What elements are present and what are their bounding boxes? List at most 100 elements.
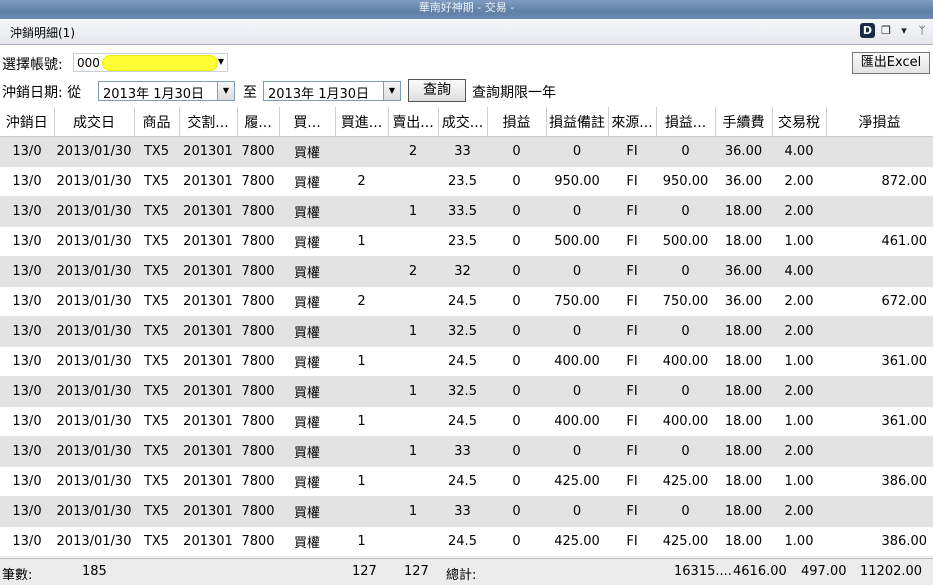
table-row[interactable]: 13/0 2013/01/30 TX5 201301 7800 買權 2 23.5 0 950.0… — [0, 166, 933, 197]
table-cell: 18.00 — [715, 496, 772, 527]
dropdown-icon[interactable]: ▾ — [897, 24, 911, 38]
table-row[interactable]: 13/0 2013/01/30 TX5 201301 7800 買權 2 32 0 0 FI 0 36.… — [0, 256, 933, 287]
panel-header: 沖銷明細(1) D ❐ ▾ ᛘ — [0, 19, 933, 45]
table-row[interactable]: 13/0 2013/01/30 TX5 201301 7800 買權 1 32.5 0 0 FI 0 1… — [0, 316, 933, 347]
table-cell — [388, 346, 438, 377]
table-cell: 買權 — [279, 256, 335, 287]
table-cell: 1 — [335, 346, 388, 377]
table-cell: 201301 — [179, 406, 237, 437]
table-cell: TX5 — [134, 196, 179, 227]
table-row[interactable]: 13/0 2013/01/30 TX5 201301 7800 買權 1 32.5 0 0 FI 0 1… — [0, 376, 933, 407]
date-from-picker[interactable]: 2013年 1月30日 ▼ — [98, 81, 235, 102]
date-from-value: 2013年 1月30日 — [103, 87, 205, 102]
table-cell: 0 — [487, 316, 546, 347]
table-cell: 2013/01/30 — [54, 316, 134, 347]
column-header[interactable]: 商品 — [134, 107, 180, 137]
table-cell: 13/0 — [0, 196, 54, 227]
chevron-down-icon[interactable]: ▼ — [383, 82, 400, 100]
column-header[interactable]: 成交... — [438, 107, 488, 137]
column-header[interactable]: 損益 — [487, 107, 547, 137]
table-cell: 0 — [487, 376, 546, 407]
table-cell: 2013/01/30 — [54, 166, 134, 197]
column-header[interactable]: 交易稅 — [772, 107, 827, 137]
table-cell: 425.00 — [546, 466, 608, 497]
table-cell: FI — [608, 436, 656, 467]
table-cell: FI — [608, 166, 656, 197]
table-cell: 201301 — [179, 526, 237, 557]
date-to-picker[interactable]: 2013年 1月30日 ▼ — [263, 81, 401, 102]
chevron-down-icon[interactable]: ▼ — [217, 82, 234, 100]
d-logo-icon[interactable]: D — [860, 23, 875, 38]
table-cell: 201301 — [179, 346, 237, 377]
table-cell: TX5 — [134, 166, 179, 197]
table-cell: 1 — [335, 526, 388, 557]
table-cell: 2.00 — [772, 316, 826, 347]
export-excel-button[interactable]: 匯出Excel — [852, 52, 930, 74]
table-cell: FI — [608, 406, 656, 437]
table-cell: 36.00 — [715, 256, 772, 287]
table-cell: 4.00 — [772, 256, 826, 287]
table-cell — [335, 136, 388, 167]
column-header[interactable]: 淨損益 — [826, 107, 933, 137]
table-cell: 7800 — [237, 526, 279, 557]
table-row[interactable]: 13/0 2013/01/30 TX5 201301 7800 買權 1 24.5 0 425.0… — [0, 466, 933, 497]
column-header[interactable]: 履... — [237, 107, 280, 137]
date-to-value: 2013年 1月30日 — [268, 87, 370, 102]
table-cell: TX5 — [134, 376, 179, 407]
query-button[interactable]: 查詢 — [408, 79, 466, 102]
table-row[interactable]: 13/0 2013/01/30 TX5 201301 7800 買權 1 24.5 0 425.0… — [0, 526, 933, 557]
table-cell: 2013/01/30 — [54, 466, 134, 497]
column-header[interactable]: 買進... — [335, 107, 389, 137]
table-row[interactable]: 13/0 2013/01/30 TX5 201301 7800 買權 1 33.5 0 0 FI 0 1… — [0, 196, 933, 227]
table-cell — [388, 466, 438, 497]
table-cell: 13/0 — [0, 346, 54, 377]
float-window-icon[interactable]: ❐ — [879, 24, 893, 38]
table-cell: 2013/01/30 — [54, 226, 134, 257]
column-header[interactable]: 成交日 — [54, 107, 135, 137]
table-cell — [388, 166, 438, 197]
table-cell: 4.00 — [772, 136, 826, 167]
table-cell: FI — [608, 376, 656, 407]
table-cell: 0 — [487, 256, 546, 287]
column-header[interactable]: 損益備註 — [546, 107, 609, 137]
table-cell: 18.00 — [715, 526, 772, 557]
table-cell: 7800 — [237, 136, 279, 167]
table-cell: 24.5 — [438, 406, 487, 437]
table-cell: 0 — [487, 166, 546, 197]
table-row[interactable]: 13/0 2013/01/30 TX5 201301 7800 買權 1 24.5 0 400.0… — [0, 346, 933, 377]
table-cell: 1 — [335, 226, 388, 257]
table-row[interactable]: 13/0 2013/01/30 TX5 201301 7800 買權 2 33 0 0 FI 0 36.… — [0, 136, 933, 167]
table-row[interactable]: 13/0 2013/01/30 TX5 201301 7800 買權 1 24.5 0 400.0… — [0, 406, 933, 437]
table-cell: 201301 — [179, 166, 237, 197]
column-header[interactable]: 交割... — [179, 107, 238, 137]
table-row[interactable]: 13/0 2013/01/30 TX5 201301 7800 買權 1 33 0 0 FI 0 18.… — [0, 436, 933, 467]
window-titlebar: 華南好神期 - 交易 - — [0, 0, 933, 19]
table-cell: 2.00 — [772, 376, 826, 407]
table-cell: 1 — [335, 406, 388, 437]
account-select[interactable]: 000 ▼ — [73, 53, 228, 72]
column-header[interactable]: 來源... — [608, 107, 657, 137]
column-header[interactable]: 沖銷日 — [0, 107, 55, 137]
table-row[interactable]: 13/0 2013/01/30 TX5 201301 7800 買權 1 23.5 0 500.0… — [0, 226, 933, 257]
table-header-row: 沖銷日 成交日 商品 交割... 履... 買... 買進... 賣出... 成交... 損益 損益… — [0, 107, 933, 137]
column-header[interactable]: 手續費 — [715, 107, 773, 137]
buy-total: 127 — [352, 564, 377, 579]
table-row[interactable]: 13/0 2013/01/30 TX5 201301 7800 買權 1 33 0 0 FI 0 18.… — [0, 496, 933, 527]
pin-icon[interactable]: ᛘ — [915, 24, 929, 38]
table-cell: 1.00 — [772, 526, 826, 557]
table-cell: 0 — [656, 496, 715, 527]
table-cell: 買權 — [279, 226, 335, 257]
table-cell: 13/0 — [0, 316, 54, 347]
table-cell — [826, 436, 933, 467]
table-cell: 425.00 — [656, 466, 715, 497]
table-cell: 7800 — [237, 316, 279, 347]
column-header[interactable]: 買... — [279, 107, 336, 137]
column-header[interactable]: 損益... — [656, 107, 716, 137]
table-cell: 500.00 — [656, 226, 715, 257]
column-header[interactable]: 賣出... — [388, 107, 439, 137]
table-cell: 0 — [546, 196, 608, 227]
table-cell: 24.5 — [438, 526, 487, 557]
table-body: 13/0 2013/01/30 TX5 201301 7800 買權 2 33 0 0 FI 0 36.… — [0, 136, 933, 557]
table-row[interactable]: 13/0 2013/01/30 TX5 201301 7800 買權 2 24.5 0 750.0… — [0, 286, 933, 317]
table-cell: 18.00 — [715, 316, 772, 347]
